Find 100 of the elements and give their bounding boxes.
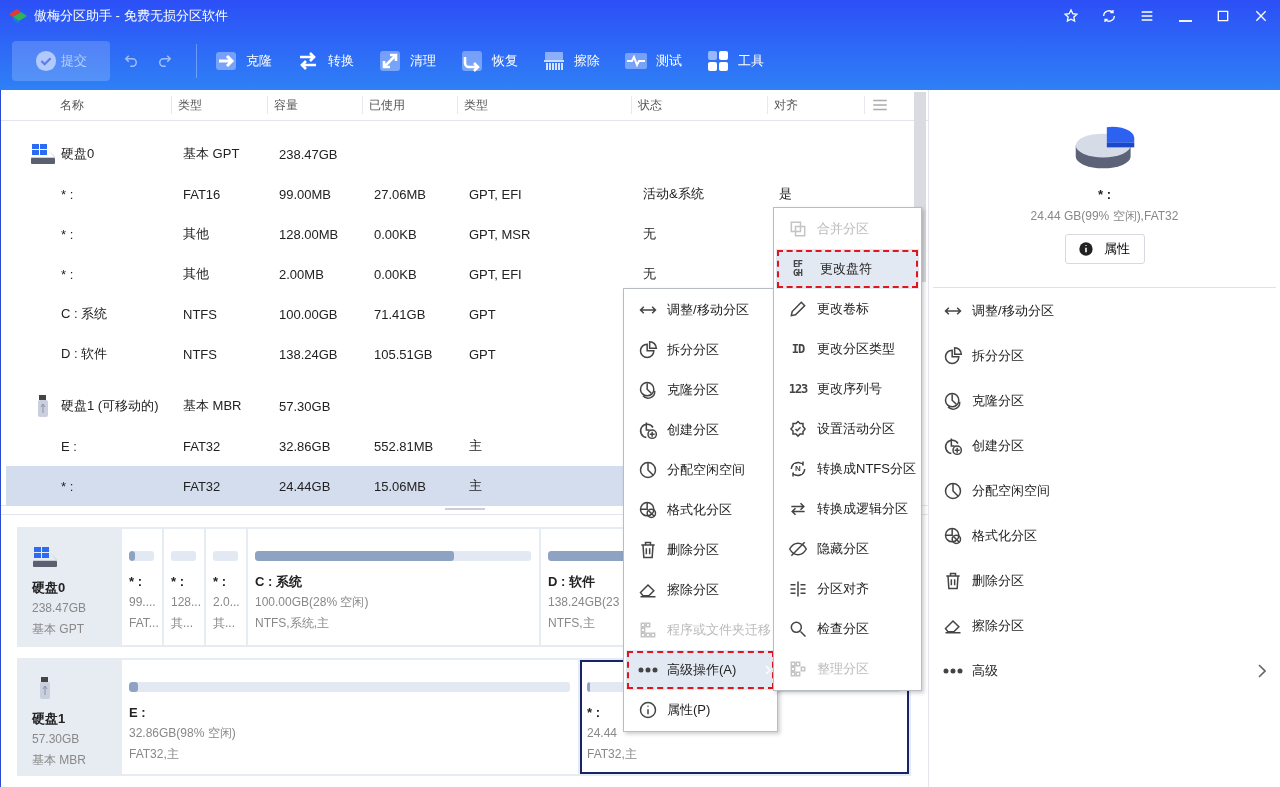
menu-item[interactable]: 123 更改序列号 — [776, 369, 919, 409]
action-item[interactable]: 擦除分区 — [929, 603, 1280, 648]
star-icon — [1063, 8, 1079, 24]
hard-drive-icon — [30, 142, 56, 166]
disk-size: 238.47GB — [32, 600, 87, 617]
partition-name: * : — [171, 573, 184, 591]
toolbar-button[interactable]: 测试 — [624, 43, 682, 79]
table-cell: FAT16 — [183, 186, 221, 202]
clock-icon — [638, 460, 658, 480]
table-cell: 主 — [469, 477, 482, 495]
action-item[interactable]: 调整/移动分区 — [929, 288, 1280, 333]
toolbar-button[interactable]: 擦除 — [542, 43, 600, 79]
menu-item[interactable]: 拆分分区 — [626, 330, 775, 370]
undo-icon — [122, 52, 140, 70]
menu-item[interactable]: 更改卷标 — [776, 289, 919, 329]
menu-item[interactable]: 创建分区 — [626, 410, 775, 450]
search-icon — [788, 619, 808, 639]
chevron-right-icon — [765, 665, 771, 675]
partition-block[interactable]: E : 32.86GB(98% 空闲) FAT32,主 — [122, 660, 578, 774]
table-cell: 活动&系统 — [643, 185, 704, 203]
toolbar-button[interactable]: 克隆 — [214, 43, 272, 79]
redo-icon — [156, 52, 174, 70]
grid-icon — [706, 49, 730, 73]
partition-name: D : 软件 — [548, 573, 595, 591]
action-item[interactable]: 创建分区 — [929, 423, 1280, 468]
column-header[interactable]: 容量 — [268, 96, 363, 114]
properties-button[interactable]: 属性 — [1064, 234, 1145, 264]
table-cell: 基本 MBR — [183, 397, 242, 415]
clock-pie-icon — [638, 380, 658, 400]
menu-item[interactable]: 调整/移动分区 — [626, 290, 775, 330]
menu-item[interactable]: 属性(P) — [626, 690, 775, 730]
dots-grid-icon — [788, 659, 808, 679]
table-cell: 硬盘1 (可移动的) — [61, 397, 159, 415]
hard-drive-icon — [32, 545, 58, 569]
partition-filesystem: 其... — [213, 615, 235, 632]
partition-name: E : — [129, 704, 146, 722]
pie-plus-icon — [638, 420, 658, 440]
pie-chart-icon — [638, 340, 658, 360]
partition-block[interactable]: C : 系统 100.00GB(28% 空闲) NTFS,系统,主 — [248, 529, 539, 645]
column-header[interactable]: 类型 — [172, 96, 268, 114]
grid-icon — [638, 620, 658, 640]
partition-size: 128... — [171, 594, 202, 611]
toolbar-button[interactable]: 工具 — [706, 43, 764, 79]
table-cell: 基本 GPT — [183, 145, 240, 163]
usage-bar — [129, 551, 154, 561]
column-header[interactable]: 对齐 — [768, 96, 865, 114]
menu-item[interactable]: EFGH 更改盘符 — [776, 249, 919, 289]
disk-size: 57.30GB — [32, 731, 80, 748]
table-cell: 552.81MB — [374, 438, 434, 454]
column-header[interactable]: 类型 — [458, 96, 632, 114]
letters-icon: ID — [788, 342, 808, 356]
pie-slash-icon — [943, 525, 963, 546]
menu-item[interactable]: 擦除分区 — [626, 570, 775, 610]
action-item[interactable]: 拆分分区 — [929, 333, 1280, 378]
menu-item[interactable]: 设置活动分区 — [776, 409, 919, 449]
partition-filesystem: FAT32,主 — [129, 746, 179, 763]
column-header[interactable]: 状态 — [632, 96, 768, 114]
toolbar-button[interactable]: 恢复 — [460, 43, 518, 79]
table-cell: NTFS — [183, 306, 217, 322]
menu-item[interactable]: 删除分区 — [626, 530, 775, 570]
action-item[interactable]: 删除分区 — [929, 558, 1280, 603]
action-item[interactable]: 分配空闲空间 — [929, 468, 1280, 513]
partition-filesystem: 其... — [171, 615, 193, 632]
table-cell: FAT32 — [183, 478, 221, 494]
pie-slash-icon — [638, 500, 658, 520]
table-cell: 其他 — [183, 225, 209, 243]
expand-arrows-icon — [378, 49, 402, 73]
letters-icon: EFGH — [791, 260, 804, 278]
table-cell: D : 软件 — [61, 345, 108, 363]
table-cell: 主 — [469, 437, 482, 455]
table-cell: GPT, EFI — [469, 186, 522, 202]
partition-size: 100.00GB(28% 空闲) — [255, 594, 369, 611]
partition-name: C : 系统 — [255, 573, 302, 591]
action-item[interactable]: 格式化分区 — [929, 513, 1280, 558]
menu-item[interactable]: 高级操作(A) — [626, 650, 775, 690]
disk-type: 基本 MBR — [32, 752, 86, 769]
menu-item[interactable]: ID 更改分区类型 — [776, 329, 919, 369]
partition-filesystem: NTFS,主 — [548, 615, 595, 632]
clock-icon — [943, 480, 963, 501]
toolbar-button[interactable]: 转换 — [296, 43, 354, 79]
close-icon — [1253, 8, 1269, 24]
partition-name: * : — [1098, 187, 1111, 202]
table-cell: 15.06MB — [374, 478, 427, 494]
trash-icon — [638, 540, 658, 560]
table-cell: E : — [61, 438, 77, 454]
action-item[interactable]: 克隆分区 — [929, 378, 1280, 423]
partition-block[interactable]: * : 99.... FAT... — [122, 529, 162, 645]
table-cell: 71.41GB — [374, 306, 426, 322]
partition-size: 99.... — [129, 594, 156, 611]
table-cell: GPT — [469, 346, 496, 362]
table-cell: 其他 — [183, 265, 209, 283]
column-header[interactable]: 名称 — [1, 96, 172, 114]
table-cell: 硬盘0 — [61, 145, 95, 163]
partition-block[interactable]: * : 2.0... 其... — [206, 529, 246, 645]
toolbar-button[interactable]: 清理 — [378, 43, 436, 79]
maximize-icon — [1215, 8, 1231, 24]
partition-block[interactable]: * : 128... 其... — [164, 529, 204, 645]
menu-item[interactable]: 克隆分区 — [626, 370, 775, 410]
action-item[interactable]: 高级 — [929, 648, 1280, 693]
column-header[interactable]: 已使用 — [363, 96, 458, 114]
